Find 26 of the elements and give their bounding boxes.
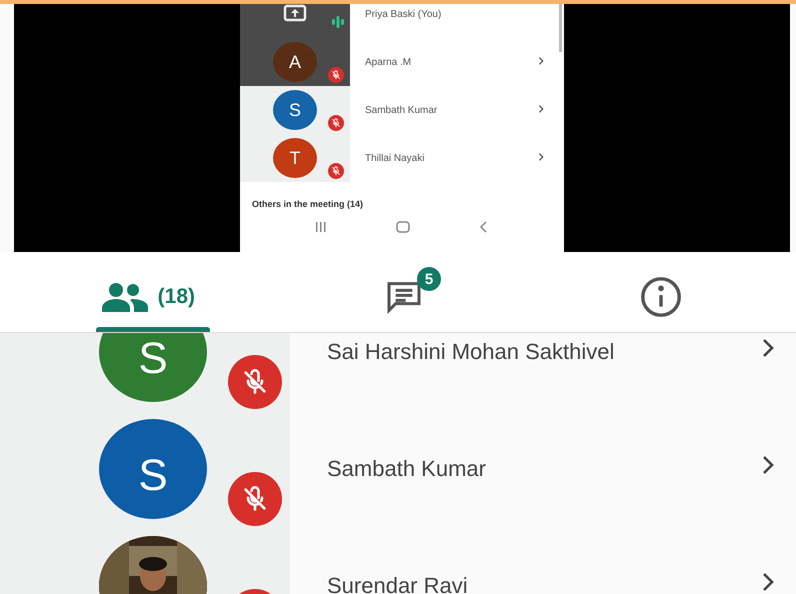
audio-level-icon — [331, 15, 345, 29]
chevron-right-icon[interactable] — [536, 104, 546, 114]
avatar: S — [273, 90, 317, 130]
participant-name: Sambath Kumar — [365, 104, 438, 116]
chat-tab[interactable]: 5 — [376, 263, 445, 321]
home-icon[interactable] — [396, 221, 410, 233]
unread-badge: 5 — [416, 267, 441, 291]
avatar: S — [99, 333, 207, 402]
participant-name: Sambath Kumar — [327, 456, 487, 482]
avatar: T — [273, 138, 317, 178]
screen-share-icon — [283, 4, 307, 24]
participant-name: Surendar Ravi — [327, 572, 469, 594]
recent-apps-icon[interactable] — [314, 222, 327, 232]
scrollbar — [559, 4, 562, 52]
participant-name: Priya Baski (You) — [365, 8, 442, 20]
people-icon — [100, 282, 150, 312]
chevron-right-icon[interactable] — [536, 152, 546, 162]
back-icon[interactable] — [479, 221, 490, 233]
participant-name: Sai Harshini Mohan Sakthivel — [327, 338, 616, 364]
participant-name: Aparna .M — [365, 56, 412, 68]
participant-name: Thillai Nayaki — [365, 152, 426, 164]
avatar: S — [99, 418, 207, 518]
people-tab[interactable]: (18) — [96, 268, 213, 316]
chevron-right-icon[interactable] — [536, 56, 546, 66]
section-heading: Others in the meeting (14) — [252, 199, 364, 209]
avatar: A — [273, 42, 317, 82]
